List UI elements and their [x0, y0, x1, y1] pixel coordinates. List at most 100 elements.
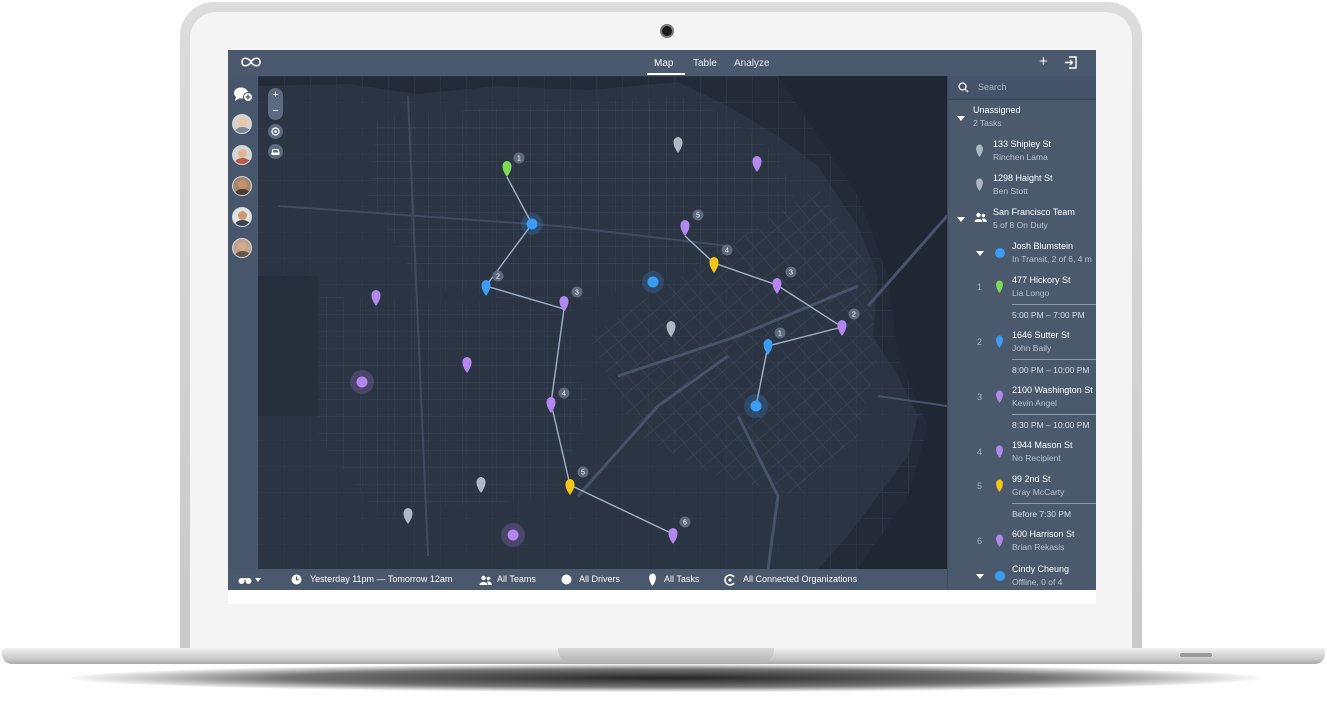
time-range-filter[interactable]: Yesterday 11pm — Tomorrow 12am	[310, 574, 452, 584]
task-address[interactable]: 1646 Sutter St	[1012, 330, 1070, 340]
purple-pin-icon	[996, 390, 1003, 403]
route-stop-label: 1	[517, 156, 521, 163]
task-recipient: Gray McCarty	[1012, 487, 1065, 497]
task-recipient: Rinchen Lama	[993, 152, 1048, 162]
driver-dot[interactable]	[356, 376, 368, 388]
gray-pin-icon	[976, 178, 983, 191]
time-window: 5:00 PM – 7:00 PM	[1012, 310, 1085, 320]
route-stop-label: 5	[696, 213, 700, 220]
binoculars-icon[interactable]	[238, 575, 262, 585]
tab-analyze[interactable]: Analyze	[734, 58, 770, 69]
time-window: 8:30 PM – 10:00 PM	[1012, 420, 1090, 430]
group-count: 2 Tasks	[973, 118, 1002, 128]
task-address[interactable]: 477 Hickory St	[1012, 275, 1071, 285]
driver-name[interactable]: Josh Blumstein	[1012, 241, 1073, 251]
top-bar: Map Table Analyze +	[228, 50, 1096, 76]
route-stop-label: 5	[581, 470, 585, 477]
collapse-caret-icon[interactable]	[976, 251, 984, 256]
tab-table[interactable]: Table	[693, 58, 717, 69]
laptop-notch	[558, 648, 774, 662]
time-window: Before 7:30 PM	[1012, 509, 1072, 519]
yellow-pin-icon	[996, 479, 1003, 492]
team-icon	[974, 212, 987, 222]
search-bar	[948, 76, 1096, 100]
task-recipient: No Recipient	[1012, 453, 1061, 463]
task-recipient: Ben Stott	[993, 186, 1028, 196]
route-stop-label: 6	[683, 520, 687, 527]
tasks-filter[interactable]: All Tasks	[664, 574, 699, 584]
collapse-caret-icon[interactable]	[957, 217, 965, 222]
purple-pin-icon	[996, 534, 1003, 547]
search-input[interactable]	[978, 80, 1088, 94]
organizations-icon	[724, 574, 735, 586]
laptop-indicator	[1180, 653, 1212, 657]
task-panel: Unassigned 2 Tasks 133 Shipley St Rinche…	[947, 76, 1096, 604]
driver-status-dot	[995, 571, 1005, 581]
sign-in-icon[interactable]	[1064, 56, 1078, 69]
task-recipient: John Baily	[1012, 343, 1052, 353]
task-index: 1	[977, 282, 983, 292]
driver-dot[interactable]	[750, 400, 762, 412]
driver-name[interactable]: Cindy Cheung	[1012, 564, 1069, 574]
route-stop-label: 2	[496, 274, 500, 281]
avatar[interactable]	[232, 238, 252, 258]
map-canvas[interactable]: 1 2 3 4 5 6 5 4 3 2 1	[258, 76, 947, 569]
team-status: 5 of 8 On Duty	[993, 220, 1048, 230]
chat-add-icon[interactable]	[233, 86, 253, 102]
driver-status: Offline, 0 of 4	[1012, 577, 1063, 587]
teams-filter[interactable]: All Teams	[497, 574, 536, 584]
zoom-in-button[interactable]: +	[268, 88, 283, 104]
task-index: 3	[977, 392, 983, 402]
team-icon	[479, 575, 492, 585]
app-screen: Map Table Analyze + 1 2 3 4 5 6 5 4 3 2 …	[228, 50, 1096, 604]
task-address[interactable]: 133 Shipley St	[993, 139, 1051, 149]
driver-dot[interactable]	[526, 218, 538, 230]
organizations-filter[interactable]: All Connected Organizations	[743, 574, 857, 584]
traffic-button[interactable]	[268, 144, 283, 159]
team-name[interactable]: San Francisco Team	[993, 207, 1075, 217]
drivers-filter[interactable]: All Drivers	[579, 574, 620, 584]
task-address[interactable]: 600 Harrison St	[1012, 529, 1075, 539]
task-address[interactable]: 1944 Mason St	[1012, 440, 1073, 450]
driver-dot[interactable]	[507, 529, 519, 541]
plus-icon[interactable]: +	[1039, 54, 1048, 70]
tab-map[interactable]: Map	[654, 58, 673, 69]
task-recipient: Kevin Angel	[1012, 398, 1057, 408]
driver-dot-icon	[561, 574, 572, 585]
task-index: 6	[977, 536, 983, 546]
task-index: 5	[977, 481, 983, 491]
driver-rail	[228, 76, 258, 569]
task-recipient: Brian Rekasis	[1012, 542, 1065, 552]
map-view[interactable]: 1 2 3 4 5 6 5 4 3 2 1 + −	[258, 76, 947, 569]
collapse-caret-icon[interactable]	[957, 116, 965, 121]
time-window-divider	[1012, 359, 1096, 360]
task-address[interactable]: 1298 Haight St	[993, 173, 1053, 183]
active-tab-indicator	[647, 73, 685, 75]
avatar[interactable]	[232, 114, 252, 134]
laptop-shadow	[70, 664, 1260, 692]
zoom-out-button[interactable]: −	[268, 104, 283, 120]
collapse-caret-icon[interactable]	[976, 574, 984, 579]
task-address[interactable]: 2100 Washington St	[1012, 385, 1093, 395]
gray-pin-icon	[976, 144, 983, 157]
avatar[interactable]	[232, 207, 252, 227]
route-stop-label: 2	[852, 312, 856, 319]
group-title[interactable]: Unassigned	[973, 105, 1021, 115]
driver-dot[interactable]	[647, 276, 659, 288]
car-icon	[271, 148, 280, 155]
time-window: 8:00 PM – 10:00 PM	[1012, 365, 1090, 375]
time-window-divider	[1012, 503, 1096, 504]
blue-pin-icon	[996, 335, 1003, 348]
route-stop-label: 3	[575, 290, 579, 297]
driver-status-dot	[995, 248, 1005, 258]
task-index: 2	[977, 337, 983, 347]
webcam	[660, 24, 674, 38]
driver-status: In Transit, 2 of 6, 4 m	[1012, 254, 1092, 264]
task-address[interactable]: 99 2nd St	[1012, 474, 1051, 484]
locate-button[interactable]	[268, 124, 283, 139]
avatar[interactable]	[232, 176, 252, 196]
avatar[interactable]	[232, 145, 252, 165]
green-pin-icon	[996, 280, 1003, 293]
infinity-logo-icon[interactable]	[238, 55, 264, 69]
task-index: 4	[977, 447, 983, 457]
